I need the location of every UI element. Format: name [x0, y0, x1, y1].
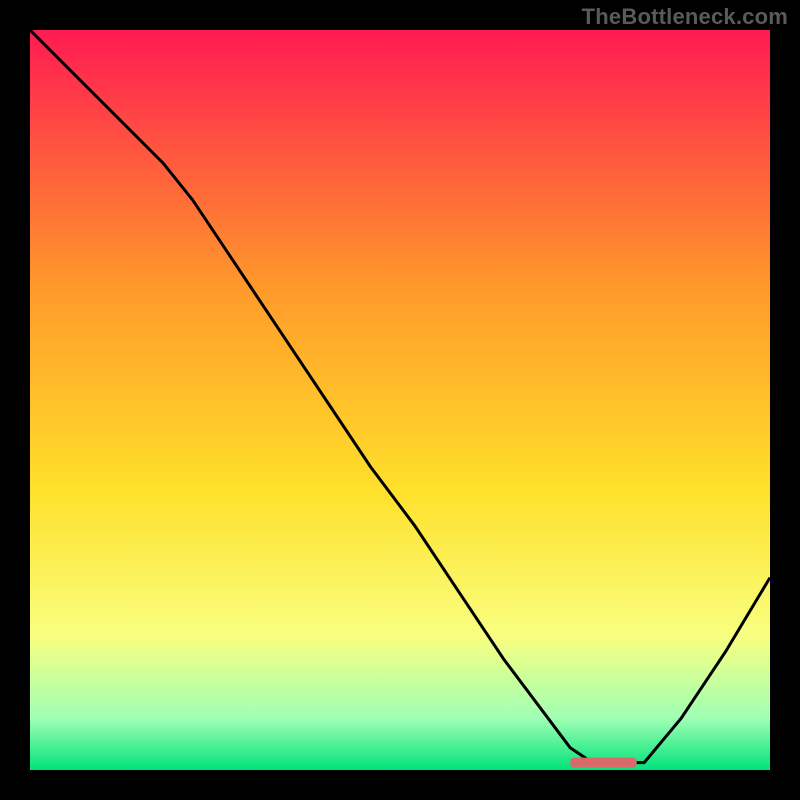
watermark-text: TheBottleneck.com: [582, 4, 788, 30]
optimal-range-marker: [570, 758, 637, 768]
plot-area: [30, 30, 770, 770]
chart-frame: TheBottleneck.com: [0, 0, 800, 800]
bottleneck-chart: [30, 30, 770, 770]
